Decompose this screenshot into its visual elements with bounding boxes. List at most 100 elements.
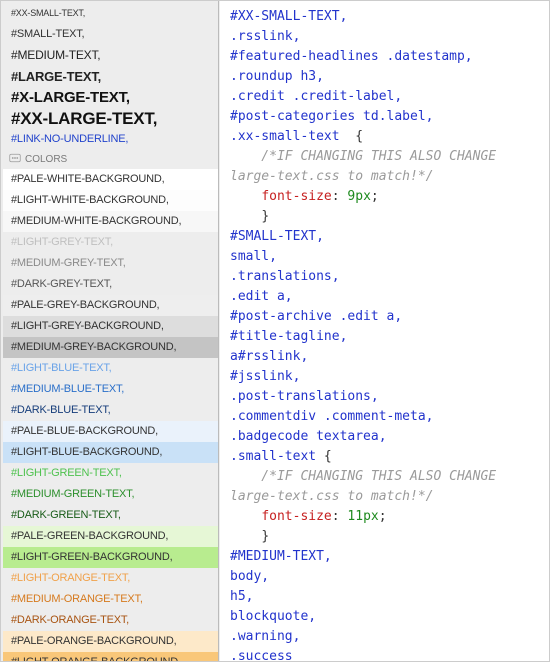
code-token	[230, 209, 261, 224]
code-token	[230, 509, 261, 524]
code-token: 9px	[347, 189, 370, 204]
section-header-colors: COLORS	[3, 150, 218, 169]
sidebar-style-item[interactable]: #XX-SMALL-TEXT,	[3, 3, 218, 24]
code-line[interactable]: #title-tagline,	[230, 327, 541, 347]
code-token: .credit .credit-label,	[230, 89, 402, 104]
sidebar-style-item[interactable]: #PALE-BLUE-BACKGROUND,	[3, 421, 218, 442]
sidebar-style-item[interactable]: #PALE-GREEN-BACKGROUND,	[3, 526, 218, 547]
code-token: {	[355, 129, 363, 144]
code-line[interactable]: .badgecode textarea,	[230, 427, 541, 447]
code-token: .warning,	[230, 629, 300, 644]
code-line[interactable]: /*IF CHANGING THIS ALSO CHANGE	[230, 467, 541, 487]
sidebar-style-item[interactable]: #LIGHT-ORANGE-BACKGROUND,	[3, 652, 218, 661]
code-line[interactable]: #MEDIUM-TEXT,	[230, 547, 541, 567]
code-line[interactable]: }	[230, 527, 541, 547]
sidebar-style-item[interactable]: #LIGHT-GREY-BACKGROUND,	[3, 316, 218, 337]
code-token: ;	[371, 189, 379, 204]
code-line[interactable]: .commentdiv .comment-meta,	[230, 407, 541, 427]
sidebar-style-item[interactable]: #MEDIUM-GREY-BACKGROUND,	[3, 337, 218, 358]
sidebar-style-item[interactable]: #MEDIUM-TEXT,	[3, 45, 218, 66]
sidebar-style-item[interactable]: #LINK-NO-UNDERLINE,	[3, 129, 218, 150]
sidebar-style-item[interactable]: #SMALL-TEXT,	[3, 24, 218, 45]
code-token: large-text.css to match!*/	[230, 169, 434, 184]
code-line[interactable]: #post-categories td.label,	[230, 107, 541, 127]
sidebar-style-item[interactable]: #PALE-ORANGE-BACKGROUND,	[3, 631, 218, 652]
code-line[interactable]: .translations,	[230, 267, 541, 287]
code-line[interactable]: .edit a,	[230, 287, 541, 307]
sidebar-style-item[interactable]: #LIGHT-WHITE-BACKGROUND,	[3, 190, 218, 211]
sidebar-style-item[interactable]: #X-LARGE-TEXT,	[3, 87, 218, 108]
code-line[interactable]: large-text.css to match!*/	[230, 167, 541, 187]
code-line[interactable]: a#rsslink,	[230, 347, 541, 367]
code-line[interactable]: body,	[230, 567, 541, 587]
code-token: .badgecode textarea,	[230, 429, 387, 444]
code-token: .roundup h3,	[230, 69, 324, 84]
code-token: #XX-SMALL-TEXT,	[230, 9, 347, 24]
sidebar-style-item[interactable]: #LIGHT-BLUE-TEXT,	[3, 358, 218, 379]
sidebar-style-item[interactable]: #MEDIUM-GREY-TEXT,	[3, 253, 218, 274]
sidebar-style-item[interactable]: #PALE-GREY-BACKGROUND,	[3, 295, 218, 316]
code-line[interactable]: blockquote,	[230, 607, 541, 627]
sidebar-style-item[interactable]: #LIGHT-ORANGE-TEXT,	[3, 568, 218, 589]
sidebar-style-item[interactable]: #DARK-GREEN-TEXT,	[3, 505, 218, 526]
code-token: .edit a,	[230, 289, 293, 304]
sidebar-style-item[interactable]: #XX-LARGE-TEXT,	[3, 108, 218, 129]
code-token: /*IF CHANGING THIS ALSO CHANGE	[230, 469, 496, 484]
code-token: font-size	[261, 189, 331, 204]
code-line[interactable]: .success	[230, 647, 541, 661]
code-token: #post-archive .edit a,	[230, 309, 402, 324]
palette-icon	[9, 152, 21, 167]
sidebar-style-item[interactable]: #DARK-GREY-TEXT,	[3, 274, 218, 295]
code-line[interactable]: #SMALL-TEXT,	[230, 227, 541, 247]
code-token: .commentdiv .comment-meta,	[230, 409, 434, 424]
code-line[interactable]: font-size: 11px;	[230, 507, 541, 527]
code-line[interactable]: }	[230, 207, 541, 227]
sidebar-style-item[interactable]: #MEDIUM-BLUE-TEXT,	[3, 379, 218, 400]
code-token: .translations,	[230, 269, 340, 284]
code-line[interactable]: large-text.css to match!*/	[230, 487, 541, 507]
code-line[interactable]: #XX-SMALL-TEXT,	[230, 7, 541, 27]
code-token: :	[332, 189, 348, 204]
code-token: blockquote,	[230, 609, 316, 624]
sidebar-style-item[interactable]: #MEDIUM-ORANGE-TEXT,	[3, 589, 218, 610]
code-line[interactable]: .warning,	[230, 627, 541, 647]
sidebar-style-item[interactable]: #MEDIUM-GREEN-TEXT,	[3, 484, 218, 505]
code-token	[230, 529, 261, 544]
code-line[interactable]: #post-archive .edit a,	[230, 307, 541, 327]
code-line[interactable]: small,	[230, 247, 541, 267]
code-line[interactable]: /*IF CHANGING THIS ALSO CHANGE	[230, 147, 541, 167]
code-line[interactable]: h5,	[230, 587, 541, 607]
code-token: small,	[230, 249, 277, 264]
sidebar-style-item[interactable]: #LIGHT-BLUE-BACKGROUND,	[3, 442, 218, 463]
style-sidebar[interactable]: #XX-SMALL-TEXT,#SMALL-TEXT,#MEDIUM-TEXT,…	[1, 1, 219, 661]
code-line[interactable]: .post-translations,	[230, 387, 541, 407]
code-editor[interactable]: #XX-SMALL-TEXT, .rsslink, #featured-headli…	[219, 1, 549, 661]
code-token: #jsslink,	[230, 369, 300, 384]
sidebar-style-item[interactable]: #LIGHT-GREY-TEXT,	[3, 232, 218, 253]
sidebar-style-item[interactable]: #LIGHT-GREEN-TEXT,	[3, 463, 218, 484]
code-token: .xx-small-text	[230, 129, 355, 144]
code-line[interactable]: font-size: 9px;	[230, 187, 541, 207]
code-token: /*IF CHANGING THIS ALSO CHANGE	[230, 149, 496, 164]
section-label: COLORS	[25, 154, 67, 165]
code-token: .rsslink,	[230, 29, 300, 44]
code-line[interactable]: .roundup h3,	[230, 67, 541, 87]
code-line[interactable]: .credit .credit-label,	[230, 87, 541, 107]
code-token: h5,	[230, 589, 253, 604]
sidebar-style-item[interactable]: #PALE-WHITE-BACKGROUND,	[3, 169, 218, 190]
code-line[interactable]: #featured-headlines .datestamp,	[230, 47, 541, 67]
sidebar-style-item[interactable]: #DARK-ORANGE-TEXT,	[3, 610, 218, 631]
code-line[interactable]: .xx-small-text {	[230, 127, 541, 147]
sidebar-style-item[interactable]: #LIGHT-GREEN-BACKGROUND,	[3, 547, 218, 568]
code-token: #title-tagline,	[230, 329, 347, 344]
sidebar-style-item[interactable]: #DARK-BLUE-TEXT,	[3, 400, 218, 421]
code-line[interactable]: #jsslink,	[230, 367, 541, 387]
code-token: {	[324, 449, 332, 464]
code-token: .small-text	[230, 449, 324, 464]
code-line[interactable]: .rsslink,	[230, 27, 541, 47]
sidebar-style-item[interactable]: #MEDIUM-WHITE-BACKGROUND,	[3, 211, 218, 232]
code-token: #post-categories td.label,	[230, 109, 434, 124]
sidebar-style-item[interactable]: #LARGE-TEXT,	[3, 66, 218, 87]
code-token: :	[332, 509, 348, 524]
code-line[interactable]: .small-text {	[230, 447, 541, 467]
